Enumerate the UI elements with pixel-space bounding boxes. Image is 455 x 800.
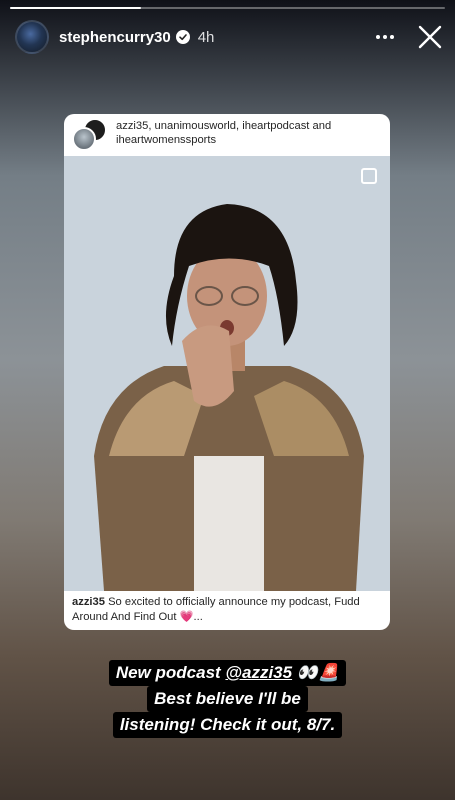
mention-link[interactable]: @azzi35 bbox=[225, 663, 292, 682]
portrait-image bbox=[64, 156, 390, 591]
collaborators-last: iheartwomenssports bbox=[116, 134, 217, 146]
time-ago: 4h bbox=[197, 28, 215, 46]
verified-badge-icon bbox=[175, 30, 190, 44]
more-options-icon[interactable] bbox=[371, 27, 399, 47]
heart-emoji: 💗 bbox=[179, 611, 194, 623]
story-progress-bar bbox=[10, 7, 445, 9]
post-caption: azzi35 So excited to officially announce… bbox=[72, 595, 382, 625]
caption-username[interactable]: azzi35 bbox=[72, 596, 105, 608]
username[interactable]: stephencurry30 bbox=[59, 29, 171, 46]
collaborator-avatars bbox=[72, 118, 107, 152]
story-header: stephencurry30 4h bbox=[15, 18, 443, 56]
shared-post-card[interactable]: azzi35, unanimousworld, iheartpodcast an… bbox=[64, 114, 390, 630]
overlay-line-2: Best believe I'll be bbox=[147, 686, 308, 712]
caption-more[interactable]: ... bbox=[194, 611, 203, 623]
collaborators-names: azzi35, unanimousworld, iheartpodcast bbox=[116, 120, 310, 132]
multi-photo-icon bbox=[361, 168, 377, 184]
overlay-line-1-prefix: New podcast bbox=[115, 663, 226, 682]
post-header: azzi35, unanimousworld, iheartpodcast an… bbox=[64, 114, 390, 156]
avatar[interactable] bbox=[15, 20, 49, 54]
post-photo bbox=[64, 156, 390, 591]
collaborators-and: and bbox=[309, 120, 332, 132]
collaborators-label: azzi35, unanimousworld, iheartpodcast an… bbox=[106, 114, 390, 147]
avatar bbox=[72, 127, 96, 151]
caption-text: So excited to officially announce my pod… bbox=[72, 596, 360, 623]
close-icon[interactable] bbox=[417, 24, 443, 50]
overlay-line-3: listening! Check it out, 8/7. bbox=[112, 712, 343, 738]
overlay-line-1-suffix: 👀🚨 bbox=[292, 663, 340, 682]
story-text-overlay: New podcast @azzi35 👀🚨 Best believe I'll… bbox=[0, 660, 455, 738]
story-progress-fill bbox=[10, 7, 141, 9]
overlay-line-1: New podcast @azzi35 👀🚨 bbox=[108, 660, 347, 686]
